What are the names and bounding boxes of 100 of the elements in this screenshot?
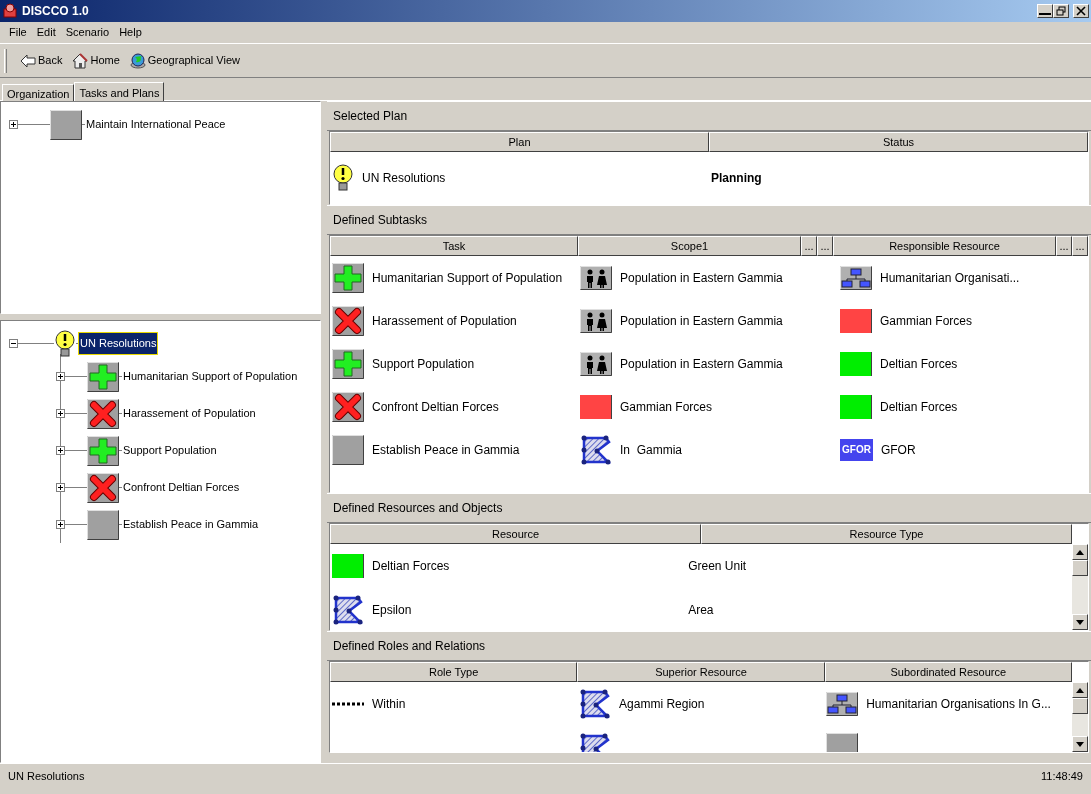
status-time: 11:48:49 [1041, 769, 1083, 785]
scroll-up-button[interactable] [1072, 682, 1088, 698]
tab[interactable]: Organization [2, 84, 75, 103]
window-title: DISCCO 1.0 [22, 3, 89, 20]
tree-item[interactable]: Confront Deltian Forces [122, 477, 241, 498]
column-header[interactable]: Responsible Resource [833, 236, 1056, 256]
menu-item[interactable]: Scenario [60, 23, 115, 42]
table-cell-text: In Gammia [620, 441, 682, 459]
minimize-icon [1039, 13, 1051, 15]
task-icon [332, 434, 364, 465]
tree-item[interactable]: Humanitarian Support of Population [122, 366, 299, 387]
plus-icon [332, 262, 364, 293]
up-arrow-icon [1076, 549, 1084, 555]
ellipsis-button[interactable]: ... [817, 236, 833, 256]
toolbar-button[interactable]: Back [17, 51, 66, 70]
column-header[interactable]: Subordinated Resource [824, 662, 1072, 682]
collapse-icon[interactable] [9, 339, 18, 348]
cross-icon [87, 472, 119, 503]
area-icon [332, 594, 364, 626]
scroll-thumb[interactable] [1072, 560, 1088, 576]
ellipsis-button[interactable]: ... [801, 236, 817, 256]
cross-icon [87, 398, 119, 429]
table-cell-text: Support Population [372, 355, 475, 373]
ellipsis-button[interactable]: ... [1072, 236, 1088, 256]
column-header[interactable]: Scope1 [578, 236, 801, 256]
minimize-button[interactable] [1037, 4, 1053, 18]
tree-item[interactable]: Establish Peace in Gammia [122, 514, 260, 535]
house-icon [72, 52, 89, 69]
table-cell-text: Humanitarian Organisations In G... [866, 696, 1051, 713]
tree-item[interactable]: Harassement of Population [122, 403, 257, 424]
panel-title: Defined Resources and Objects [333, 500, 503, 517]
scroll-down-button[interactable] [1072, 614, 1088, 630]
column-header[interactable]: Status [709, 132, 1088, 152]
unit-badge: GFOR [840, 438, 873, 461]
dotted-line-icon [332, 702, 364, 706]
maximize-button[interactable] [1053, 4, 1069, 18]
task-icon [87, 509, 119, 540]
scroll-down-button[interactable] [1072, 736, 1088, 752]
column-header[interactable]: Plan [330, 132, 709, 152]
expand-icon[interactable] [56, 446, 65, 455]
table-cell-text: Harassement of Population [372, 312, 517, 330]
down-arrow-icon [1076, 741, 1084, 747]
panel-title: Selected Plan [333, 108, 408, 125]
up-arrow-icon [1076, 687, 1084, 693]
plus-icon [87, 435, 119, 466]
panel-title: Defined Roles and Relations [333, 638, 486, 655]
table-cell-text: Green Unit [688, 558, 747, 575]
expand-icon[interactable] [9, 120, 18, 129]
table-cell-text: Deltian Forces [880, 398, 958, 416]
ellipsis-button[interactable]: ... [1056, 236, 1072, 256]
lightbulb-icon [332, 164, 354, 192]
table-cell-text: UN Resolutions [362, 170, 446, 187]
tree-item[interactable]: Support Population [122, 440, 218, 461]
expand-icon[interactable] [56, 483, 65, 492]
table-cell-text: Deltian Forces [880, 355, 958, 373]
table-cell-text: Humanitarian Support of Population [372, 269, 563, 287]
table-cell-text: Gammian Forces [620, 398, 713, 416]
menu-item[interactable]: Edit [31, 23, 61, 42]
expand-icon[interactable] [56, 520, 65, 529]
tree-item[interactable]: UN Resolutions [79, 333, 158, 354]
menu-item[interactable]: File [4, 23, 32, 42]
table-cell-text: Agammi Region [619, 696, 705, 713]
org-chart-icon [826, 692, 859, 716]
plus-icon [87, 361, 119, 392]
table-cell-text: Establish Peace in Gammia [372, 441, 520, 459]
table-cell-text: Population in Eastern Gammia [620, 312, 783, 330]
toolbar-button[interactable]: Home [69, 51, 123, 70]
expand-icon[interactable] [56, 409, 65, 418]
table-cell-text: Epsilon [372, 602, 412, 619]
column-header[interactable]: Role Type [330, 662, 578, 682]
area-icon [580, 433, 612, 466]
column-header[interactable]: Resource [330, 524, 701, 544]
close-button[interactable] [1073, 4, 1089, 18]
menu-item[interactable]: Help [114, 23, 147, 42]
table-cell-text: Deltian Forces [372, 558, 450, 575]
table-cell-text: Gammian Forces [880, 312, 973, 330]
down-arrow-icon [1076, 619, 1084, 625]
scroll-thumb[interactable] [1072, 698, 1088, 714]
tab[interactable]: Tasks and Plans [74, 82, 165, 103]
scroll-up-button[interactable] [1072, 544, 1088, 560]
table-cell-text: Population in Eastern Gammia [620, 355, 783, 373]
scrollbar[interactable] [1072, 682, 1088, 752]
column-header[interactable]: Task [330, 236, 578, 256]
area-icon [579, 688, 612, 720]
expand-icon[interactable] [56, 372, 65, 381]
table-cell-text: Area [688, 602, 714, 619]
table-cell-text: Humanitarian Organisati... [880, 269, 1020, 287]
column-header[interactable]: Resource Type [701, 524, 1072, 544]
app-icon [2, 3, 18, 19]
table-cell-text: Planning [711, 170, 762, 187]
close-icon [1075, 5, 1087, 17]
toolbar-button[interactable]: Geographical View [126, 51, 243, 70]
plus-icon [332, 348, 364, 379]
table-cell-text: Confront Deltian Forces [372, 398, 499, 416]
tree-item[interactable]: Maintain International Peace [85, 114, 227, 135]
back-arrow-icon [20, 52, 36, 69]
table-cell-text: Population in Eastern Gammia [620, 269, 783, 287]
cross-icon [332, 305, 364, 336]
column-header[interactable]: Superior Resource [577, 662, 825, 682]
scrollbar[interactable] [1072, 544, 1088, 630]
